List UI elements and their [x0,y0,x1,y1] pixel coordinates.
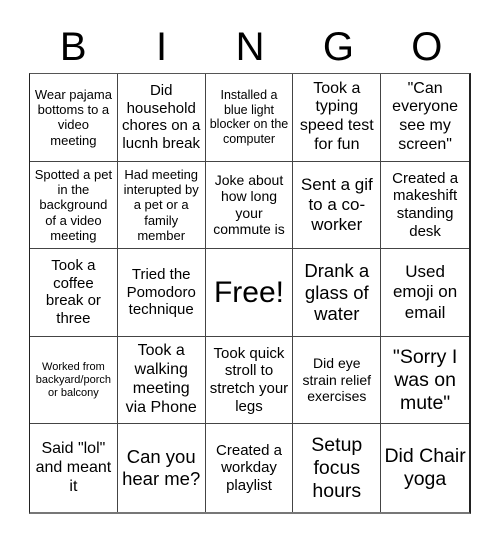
cell-text: Did Chair yoga [384,445,466,491]
header-letter-i: I [156,25,168,69]
cell-text: Took a typing speed test for fun [299,79,374,154]
bingo-cell-i4[interactable]: Took a walking meeting via Phone [117,336,206,425]
bingo-cell-free[interactable]: Free! [205,249,294,337]
cell-text: Created a workday playlist [216,441,282,495]
bingo-cell-b3[interactable]: Took a coffee break or three [30,249,118,337]
bingo-cell-n2[interactable]: Joke about how long your commute is [205,161,294,250]
cell-text: Installed a blue light blocker on the co… [209,87,289,147]
cell-text: Spotted a pet in the background of a vid… [34,166,113,243]
bingo-cell-i5[interactable]: Can you hear me? [118,424,206,512]
cell-text: Worked from backyard/porch or balcony [35,360,111,399]
bingo-cell-g2[interactable]: Sent a gif to a co-worker [293,161,382,250]
cell-text: Did eye strain relief exercises [302,355,372,405]
bingo-cell-i2[interactable]: Had meeting interupted by a pet or a fam… [117,161,206,250]
header-letter-n: N [235,25,265,69]
header-letter-b: B [59,25,87,69]
cell-text: Did household chores on a lucnh break [122,81,201,152]
cell-text: Sent a gif to a co-worker [300,174,373,234]
bingo-cell-g1[interactable]: Took a typing speed test for fun [293,74,382,162]
bingo-cell-g4[interactable]: Did eye strain relief exercises [293,336,382,425]
cell-text: Took quick stroll to stretch your legs [209,344,289,415]
cell-text: Used emoji on email [392,262,458,322]
cell-text: Created a makeshift standing desk [392,169,459,240]
cell-text: Said "lol" and meant it [35,439,112,495]
cell-text: Can you hear me? [122,446,201,490]
bingo-card-grid: Wear pajama bottoms to a video meeting D… [29,73,471,514]
free-space-text: Free! [213,275,284,309]
bingo-header: B I N G O [29,22,471,72]
bingo-cell-g3[interactable]: Drank a glass of water [293,249,382,337]
cell-text: Setup focus hours [311,433,363,502]
bingo-cell-i3[interactable]: Tried the Pomodoro technique [117,249,206,337]
bingo-cell-n4[interactable]: Took quick stroll to stretch your legs [205,336,294,425]
bingo-cell-o3[interactable]: Used emoji on email [381,249,469,337]
cell-text: Joke about how long your commute is [213,171,285,238]
bingo-cell-o2[interactable]: Created a makeshift standing desk [381,162,469,250]
bingo-cell-n1[interactable]: Installed a blue light blocker on the co… [205,74,294,162]
bingo-cell-g5[interactable]: Setup focus hours [293,424,382,512]
cell-text: Had meeting interupted by a pet or a fam… [123,166,199,243]
bingo-cell-o5[interactable]: Did Chair yoga [381,424,469,512]
bingo-cell-o4[interactable]: "Sorry I was on mute" [381,337,469,425]
cell-text: "Can everyone see my screen" [392,79,458,154]
cell-text: Took a coffee break or three [45,257,101,328]
bingo-cell-b5[interactable]: Said "lol" and meant it [30,424,118,512]
cell-text: Drank a glass of water [304,259,370,325]
header-letter-g: G [322,25,354,69]
bingo-cell-b1[interactable]: Wear pajama bottoms to a video meeting [30,74,118,162]
header-letter-o: O [411,25,443,69]
cell-text: Took a walking meeting via Phone [125,342,197,416]
cell-text: Wear pajama bottoms to a video meeting [34,86,112,148]
bingo-cell-o1[interactable]: "Can everyone see my screen" [381,74,469,162]
bingo-cell-b2[interactable]: Spotted a pet in the background of a vid… [30,161,118,250]
bingo-cell-b4[interactable]: Worked from backyard/porch or balcony [30,336,118,425]
cell-text: "Sorry I was on mute" [392,345,458,414]
bingo-cell-n5[interactable]: Created a workday playlist [206,424,294,512]
bingo-cell-i1[interactable]: Did household chores on a lucnh break [117,74,206,162]
cell-text: Tried the Pomodoro technique [126,265,196,319]
